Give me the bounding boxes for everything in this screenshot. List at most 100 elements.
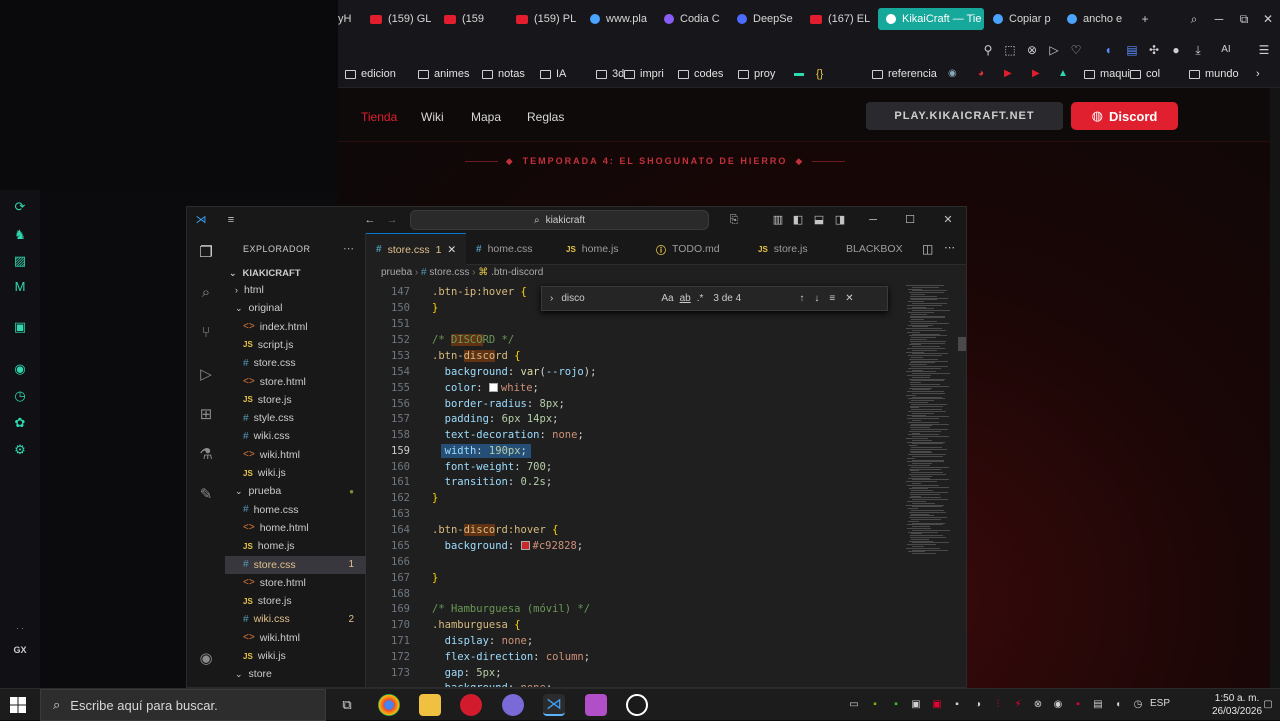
tray-icon[interactable]: ⚡: [1012, 699, 1024, 711]
gx-refresh-icon[interactable]: ⟳: [11, 198, 29, 216]
audio-icon[interactable]: ◖: [1100, 42, 1116, 58]
browser-tab[interactable]: DeepSe: [737, 8, 801, 30]
whole-word-icon[interactable]: ab: [680, 293, 691, 304]
editor-tab[interactable]: JS store.js: [748, 233, 818, 265]
tray-icon[interactable]: ▪: [1072, 699, 1084, 711]
bookmark-icon[interactable]: ◕: [978, 68, 984, 79]
browser-tab[interactable]: Copiar p: [993, 8, 1061, 30]
browser-tab[interactable]: (167) EL: [810, 8, 870, 30]
network-icon[interactable]: ▤: [1092, 699, 1104, 711]
windows-start-icon[interactable]: [10, 697, 26, 713]
bookmark-item[interactable]: referencia: [872, 68, 937, 80]
explorer-file[interactable]: # home.css: [225, 501, 366, 519]
editor-tab[interactable]: BLACKBOX: [836, 233, 913, 265]
explorer-file[interactable]: JS wiki.js: [225, 647, 366, 665]
play-ip-button[interactable]: PLAY.KIKAICRAFT.NET: [866, 102, 1063, 130]
browser-tab[interactable]: yH: [338, 8, 360, 30]
source-control-icon[interactable]: ⑂: [196, 323, 216, 343]
match-case-icon[interactable]: Aa: [661, 293, 673, 304]
gx-cleaner-icon[interactable]: ▨: [11, 252, 29, 270]
hamburger-menu-icon[interactable]: ≡: [223, 212, 239, 228]
bookmark-item[interactable]: animes: [418, 68, 469, 80]
explorer-file[interactable]: # store.css: [225, 354, 366, 372]
editor-tab[interactable]: # store.css 1 ✕: [366, 233, 467, 265]
tray-icon[interactable]: ▪: [890, 699, 902, 711]
explorer-folder[interactable]: ⌄ store: [225, 665, 366, 683]
more-bookmarks-icon[interactable]: ›: [1256, 68, 1260, 80]
steam-icon[interactable]: ◉: [1052, 699, 1064, 711]
browser-tab[interactable]: (159: [444, 8, 496, 30]
nav-wiki[interactable]: Wiki: [421, 110, 444, 124]
volume-icon[interactable]: ◖: [1112, 699, 1124, 711]
explorer-folder[interactable]: ⌄ prueba ●: [225, 482, 366, 500]
breadcrumb-item[interactable]: prueba: [381, 267, 412, 278]
player-icon[interactable]: ◉: [11, 360, 29, 378]
screenshot-icon[interactable]: ⬚: [1002, 42, 1018, 58]
discord-app-icon[interactable]: [502, 694, 524, 716]
twitch-icon[interactable]: ▣: [11, 318, 29, 336]
explorer-file[interactable]: JS store.js: [225, 391, 366, 409]
explorer-file[interactable]: JS home.js: [225, 537, 366, 555]
puzzle-icon[interactable]: ✣: [1146, 42, 1162, 58]
breadcrumb-item[interactable]: .btn-discord: [491, 267, 543, 278]
browser-tab[interactable]: KikaiCraft — Tie: [878, 8, 984, 30]
gx-bot-icon[interactable]: ♞: [11, 226, 29, 244]
tray-icon[interactable]: ⊗: [1032, 699, 1044, 711]
previous-match-icon[interactable]: ↑: [799, 293, 804, 304]
tray-icon[interactable]: ▭: [848, 699, 860, 711]
tray-icon[interactable]: ◷: [1132, 699, 1144, 711]
breadcrumb-item[interactable]: store.css: [429, 267, 469, 278]
close-find-icon[interactable]: ✕: [845, 293, 853, 304]
browser-tab[interactable]: (159) GL: [370, 8, 432, 30]
editor-tab[interactable]: ⓘ TODO.md: [646, 233, 730, 265]
minimap[interactable]: [906, 281, 961, 687]
nav-tienda[interactable]: Tienda: [361, 110, 397, 124]
ai-button[interactable]: AI: [1212, 42, 1240, 58]
explorer-folder[interactable]: › html: [225, 281, 366, 299]
nav-mapa[interactable]: Mapa: [471, 110, 501, 124]
maximize-icon[interactable]: ⧉: [1236, 11, 1252, 27]
opera-gx-icon[interactable]: [460, 694, 482, 716]
explorer-file[interactable]: <> store.html: [225, 574, 366, 592]
youtube-icon[interactable]: ▶: [1004, 68, 1012, 79]
play-icon[interactable]: ▷: [1046, 42, 1062, 58]
history-icon[interactable]: ◷: [11, 387, 29, 405]
toggle-sidebar-icon[interactable]: ◧: [790, 212, 806, 228]
page-scrollbar[interactable]: [1270, 88, 1280, 688]
back-icon[interactable]: ←: [362, 212, 378, 228]
next-match-icon[interactable]: ↓: [814, 293, 819, 304]
search-icon[interactable]: ⌕: [1186, 11, 1202, 27]
block-icon[interactable]: ⊗: [1024, 42, 1040, 58]
tray-icon[interactable]: ◑: [972, 699, 984, 711]
editor-tab[interactable]: # home.css: [466, 233, 543, 265]
forward-icon[interactable]: →: [384, 212, 400, 228]
browser-tab[interactable]: (159) PL: [516, 8, 578, 30]
notifications-icon[interactable]: ▢: [1262, 699, 1274, 711]
bookmark-item[interactable]: impri: [624, 68, 664, 80]
discord-button[interactable]: ◍ Discord: [1071, 102, 1178, 130]
bookmark-item[interactable]: {}: [816, 68, 823, 80]
app-icon[interactable]: [585, 694, 607, 716]
bookmark-icon[interactable]: ▬: [794, 68, 804, 79]
split-editor-icon[interactable]: ◫: [922, 242, 933, 256]
gx-mail-icon[interactable]: M: [11, 278, 29, 296]
run-debug-icon[interactable]: ▷: [196, 365, 216, 385]
nvidia-icon[interactable]: ▪: [869, 699, 881, 711]
youtube-icon[interactable]: ▶: [1032, 68, 1040, 79]
toggle-replace-icon[interactable]: ›: [550, 293, 553, 304]
settings-icon[interactable]: ⚙: [11, 441, 29, 459]
regex-icon[interactable]: .*: [697, 293, 704, 304]
browser-tab[interactable]: ancho e: [1067, 8, 1131, 30]
tray-icon[interactable]: ▣: [910, 699, 922, 711]
extensions-icon[interactable]: ⊞: [196, 405, 216, 425]
close-icon[interactable]: ✕: [940, 212, 956, 228]
heart-icon[interactable]: ♡: [1068, 42, 1084, 58]
minimize-icon[interactable]: ─: [1211, 11, 1227, 27]
menu-icon[interactable]: ☰: [1256, 42, 1272, 58]
task-view-icon[interactable]: ⧉: [336, 694, 358, 716]
explorer-file[interactable]: <> home.html: [225, 519, 366, 537]
download-icon[interactable]: ⤓: [1190, 42, 1206, 58]
explorer-file[interactable]: # wiki.css: [225, 427, 366, 445]
find-in-selection-icon[interactable]: ≡: [829, 293, 835, 304]
file-explorer-icon[interactable]: [419, 694, 441, 716]
